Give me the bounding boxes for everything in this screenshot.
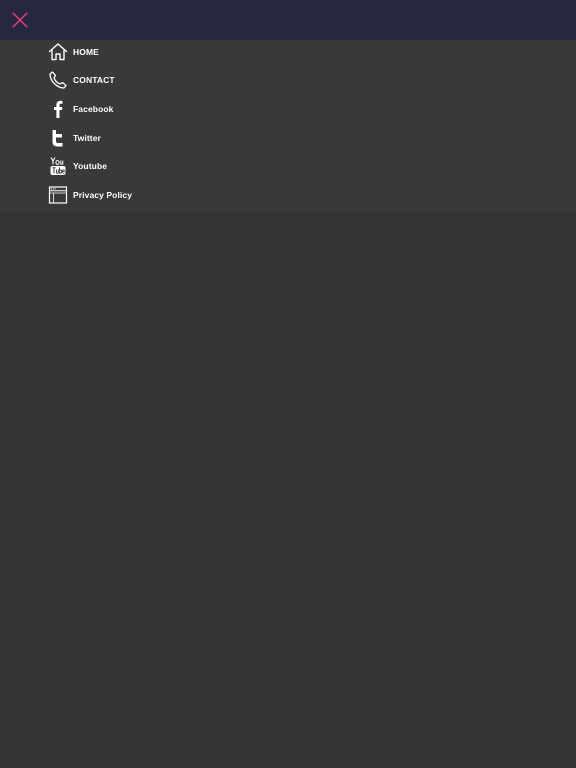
- menu-item-label: HOME: [73, 47, 99, 57]
- menu-item-contact[interactable]: CONTACT: [0, 68, 576, 96]
- menu-item-label: Youtube: [73, 161, 108, 171]
- menu-item-label: Facebook: [73, 104, 114, 114]
- menu-item-privacy-policy[interactable]: Privacy Policy: [0, 183, 576, 211]
- close-menu-button[interactable]: [9, 9, 31, 31]
- menu-item-home[interactable]: HOME: [0, 40, 576, 68]
- menu-item-youtube[interactable]: Youtube: [0, 154, 576, 182]
- close-x-icon: [12, 12, 28, 28]
- youtube-icon: [48, 156, 68, 176]
- browser-window-icon: [48, 185, 68, 205]
- menu-item-facebook[interactable]: Facebook: [0, 97, 576, 125]
- menu-item-label: Privacy Policy: [73, 190, 133, 200]
- side-menu: HOME CONTACT Facebook Twitter Youtube Pr…: [0, 40, 576, 212]
- menu-item-label: CONTACT: [73, 75, 115, 85]
- menu-item-label: Twitter: [73, 133, 101, 143]
- twitter-icon: [48, 128, 68, 148]
- phone-icon: [48, 70, 68, 90]
- top-bar: [0, 0, 576, 40]
- facebook-icon: [48, 99, 68, 119]
- home-icon: [48, 42, 68, 62]
- menu-item-twitter[interactable]: Twitter: [0, 126, 576, 154]
